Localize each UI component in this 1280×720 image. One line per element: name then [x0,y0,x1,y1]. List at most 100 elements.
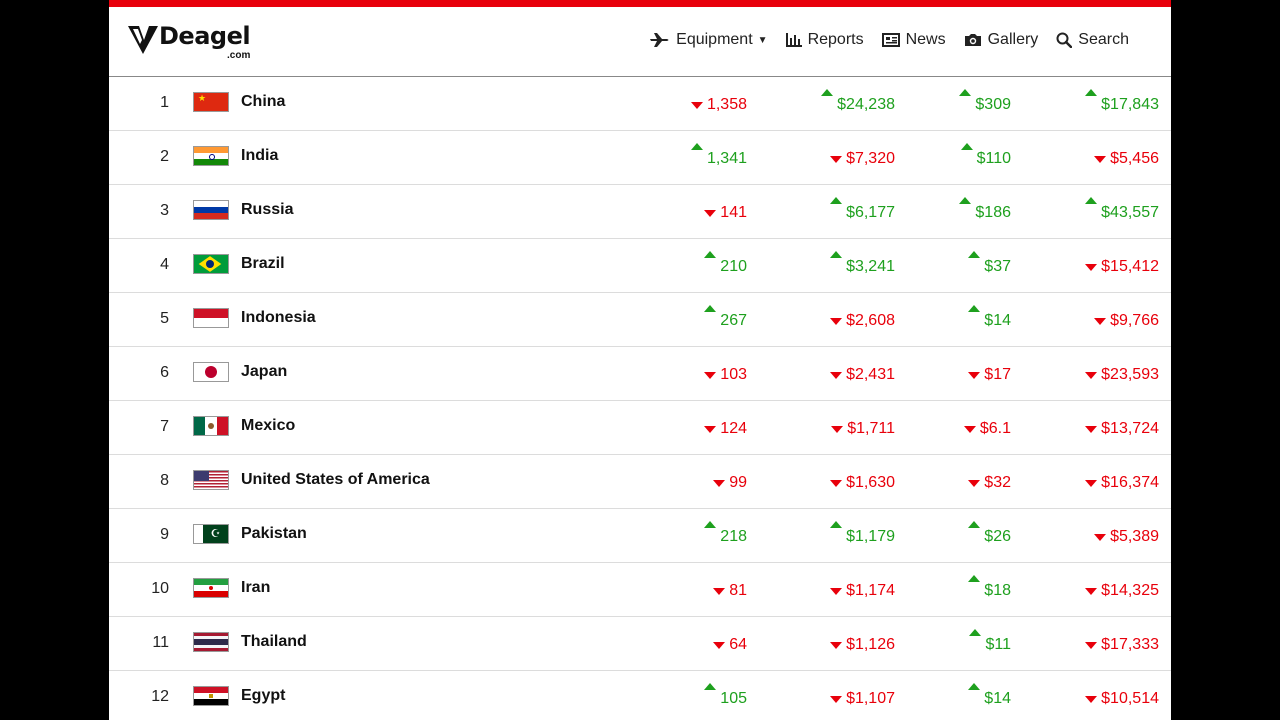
gdp-value: $2,608 [830,312,895,330]
nav-search[interactable]: Search [1056,31,1129,49]
nav-news[interactable]: News [881,31,946,49]
trend-down-icon [704,372,717,380]
country-name-link[interactable]: Iran [241,579,270,597]
country-name-link[interactable]: China [241,93,285,111]
trend-up-icon [968,251,981,259]
rank-number: 2 [160,148,169,165]
flag-cn-icon: ★ [193,92,229,112]
rank-number: 8 [160,472,169,489]
flag-th-icon [193,632,229,652]
value-text: $7,320 [846,150,895,167]
trend-down-icon [1085,372,1098,380]
population-value: 81 [713,582,747,600]
trend-up-icon [968,305,981,313]
top-accent-bar [109,0,1171,7]
trend-down-icon [968,480,981,488]
rank-number: 1 [160,94,169,111]
per-capita-value: $13,724 [1085,420,1159,438]
gdp-value: $1,179 [830,521,895,546]
value-text: $1,179 [846,528,895,545]
trend-down-icon [1085,642,1098,650]
gdp-value: $2,431 [830,366,895,384]
trend-up-icon [960,143,973,151]
value-text: $10,514 [1101,690,1159,707]
per-capita-value: $5,456 [1094,150,1159,168]
gdp-value: $1,630 [830,474,895,492]
flag-mx-icon [193,416,229,436]
table-row[interactable]: 2 India 1,341 $7,320 $110 $5,456 [109,131,1171,185]
trend-down-icon [1094,318,1107,326]
rank-number: 5 [160,310,169,327]
gdp-value: $7,320 [830,150,895,168]
logo-domain: .com [227,50,251,61]
table-row[interactable]: 9 ☪ Pakistan 218 $1,179 $26 $5,389 [109,509,1171,563]
trend-down-icon [830,588,843,596]
table-row[interactable]: 4 Brazil 210 $3,241 $37 $15,412 [109,239,1171,293]
budget-value: $309 [959,89,1011,114]
budget-value: $32 [968,474,1011,492]
table-row[interactable]: 10 Iran 81 $1,174 $18 $14,325 [109,563,1171,617]
trend-up-icon [1085,197,1098,205]
value-text: $1,174 [846,582,895,599]
budget-value: $6.1 [963,420,1011,438]
table-row[interactable]: 7 Mexico 124 $1,711 $6.1 $13,724 [109,401,1171,455]
trend-down-icon [704,210,717,218]
gdp-value: $1,174 [830,582,895,600]
trend-up-icon [704,521,717,529]
country-name-link[interactable]: Mexico [241,417,295,435]
nav-gallery-label: Gallery [987,31,1039,48]
value-text: 218 [720,528,747,545]
budget-value: $11 [969,629,1011,654]
table-row[interactable]: 8 United States of America 99 $1,630 $32 $16,… [109,455,1171,509]
country-name-link[interactable]: Russia [241,201,293,219]
country-name-link[interactable]: Indonesia [241,309,316,327]
table-row[interactable]: 3 Russia 141 $6,177 $186 $43,557 [109,185,1171,239]
value-text: 1,341 [706,150,747,167]
trend-down-icon [1085,426,1098,434]
rank-number: 11 [152,634,169,651]
plane-icon [650,33,669,47]
value-text: $14,325 [1101,582,1159,599]
country-name-link[interactable]: Egypt [241,687,285,705]
value-text: 103 [720,366,747,383]
population-value: 124 [704,420,747,438]
logo-mark-icon [128,26,158,54]
country-name-link[interactable]: India [241,147,278,165]
table-row[interactable]: 11 Thailand 64 $1,126 $11 $17,333 [109,617,1171,671]
nav-equipment[interactable]: Equipment ▼ [650,31,768,49]
trend-down-icon [963,426,976,434]
country-name-link[interactable]: Pakistan [241,525,307,543]
population-value: 1,358 [690,96,747,114]
flag-ir-icon [193,578,229,598]
value-text: $14 [984,312,1011,329]
table-row[interactable]: 12 Egypt 105 $1,107 $14 $10,514 [109,671,1171,720]
value-text: $15,412 [1101,258,1159,275]
value-text: 141 [720,204,747,221]
table-row[interactable]: 1 ★ China 1,358 $24,238 $309 $17,843 [109,77,1171,131]
trend-up-icon [830,521,843,529]
country-name-link[interactable]: Thailand [241,633,307,651]
country-name-link[interactable]: Japan [241,363,287,381]
flag-us-icon [193,470,229,490]
trend-down-icon [690,102,703,110]
value-text: $2,608 [846,312,895,329]
per-capita-value: $17,333 [1085,636,1159,654]
rank-number: 7 [160,418,169,435]
trend-up-icon [968,683,981,691]
nav-gallery[interactable]: Gallery [964,31,1039,49]
country-name-link[interactable]: Brazil [241,255,285,273]
value-text: $23,593 [1101,366,1159,383]
table-row[interactable]: 6 Japan 103 $2,431 $17 $23,593 [109,347,1171,401]
nav-reports[interactable]: Reports [785,31,864,49]
trend-up-icon [968,521,981,529]
trend-up-icon [704,251,717,259]
trend-down-icon [830,156,843,164]
trend-up-icon [968,575,981,583]
budget-value: $14 [968,305,1011,330]
site-logo[interactable]: Deagel .com [127,23,251,61]
value-text: $6.1 [979,420,1011,437]
value-text: $3,241 [846,258,895,275]
trend-up-icon [959,89,972,97]
table-row[interactable]: 5 Indonesia 267 $2,608 $14 $9,766 [109,293,1171,347]
country-name-link[interactable]: United States of America [241,471,430,489]
